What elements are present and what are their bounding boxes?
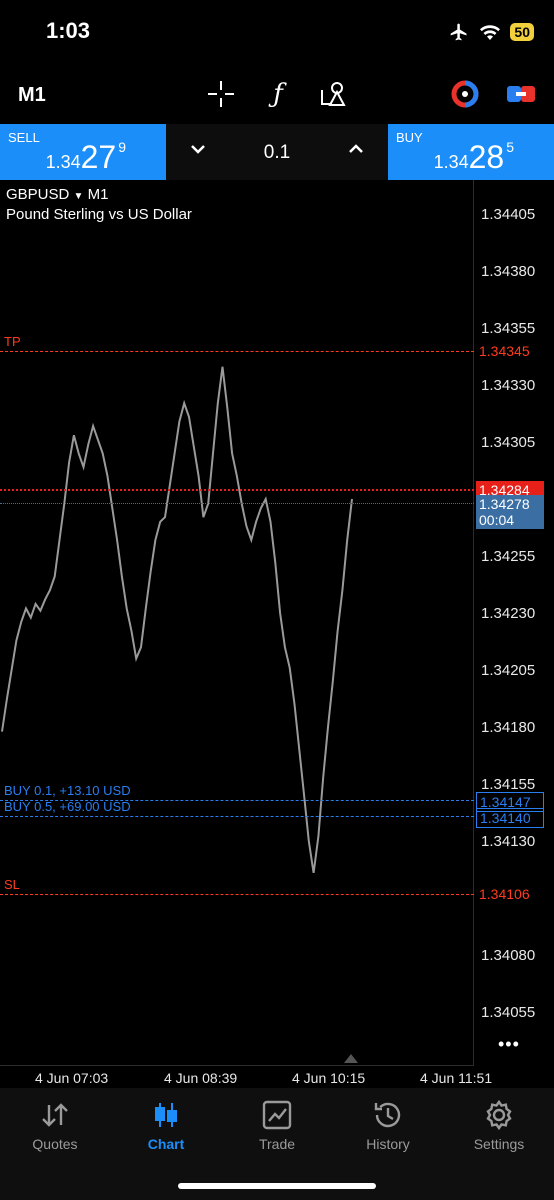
sell-label: SELL [8,130,40,145]
price-axis-label: 1.34305 [481,434,536,451]
buy-button[interactable]: BUY 1.3428 5 [388,124,554,180]
tp-label: TP [4,334,21,349]
status-time: 1:03 [46,18,91,43]
indicators-function-icon[interactable]: ƒ [262,78,294,110]
quotes-arrows-icon [0,1098,110,1132]
price-axis-label: 1.34055 [481,1004,536,1021]
nav-trade[interactable]: Trade [222,1098,332,1152]
position-label-1: BUY 0.1, +13.10 USD [4,783,131,798]
price-axis-label: 1.34205 [481,662,536,679]
candlestick-chart-icon [111,1098,221,1132]
price-axis-label: 1.34405 [481,206,536,223]
price-axis-label: 1.34130 [481,833,536,850]
crosshair-icon[interactable] [205,78,237,110]
timeframe-button[interactable]: M1 [18,84,46,107]
nav-label: History [366,1136,410,1152]
bid-price-tag: 1.34278 00:04 [476,495,544,529]
price-axis-label: 1.34180 [481,719,536,736]
ask-line [0,489,474,491]
sl-price-tag: 1.34106 [479,886,530,902]
nav-chart[interactable]: Chart [111,1098,221,1152]
price-axis-label: 1.34255 [481,548,536,565]
price-axis-label: 1.34380 [481,263,536,280]
status-icons: 50 [448,22,534,42]
sell-price: 1.3427 9 [45,139,126,175]
nav-settings[interactable]: Settings [444,1098,554,1152]
bar-countdown: 00:04 [479,512,515,528]
price-axis-label: 1.34355 [481,320,536,337]
trade-chart-icon [222,1098,332,1132]
volume-up-button[interactable] [348,142,364,160]
price-axis-label: 1.34080 [481,947,536,964]
nav-quotes[interactable]: Quotes [0,1098,110,1152]
tp-line[interactable] [0,351,474,352]
objects-shapes-icon[interactable] [317,78,349,110]
home-indicator [178,1183,376,1189]
sell-button[interactable]: SELL 1.3427 9 [0,124,166,180]
tp-price-tag: 1.34345 [479,343,530,359]
position-label-2: BUY 0.5, +69.00 USD [4,799,131,814]
time-axis-label: 4 Jun 11:51 [420,1070,493,1086]
nav-label: Trade [258,1136,296,1152]
airplane-icon [451,23,467,41]
chevron-up-icon [349,144,363,153]
trade-toggle-icon[interactable] [505,78,537,110]
history-clock-icon [333,1098,443,1132]
sl-label: SL [4,877,20,892]
bid-line [0,503,474,504]
one-click-trading-icon[interactable] [449,78,481,110]
battery-icon: 50 [510,23,534,41]
price-axis-label: 1.34330 [481,377,536,394]
time-axis-label: 4 Jun 10:15 [292,1070,366,1086]
more-options-button[interactable]: ••• [498,1034,520,1055]
time-axis-label: 4 Jun 07:03 [35,1070,109,1086]
sl-line[interactable] [0,894,474,895]
position-price-tag-2: 1.34140 [476,808,544,828]
buy-price: 1.3428 5 [433,139,514,175]
buy-label: BUY [396,130,423,145]
position-line-2[interactable] [0,816,474,817]
price-axis-label: 1.34155 [481,776,536,793]
nav-label: Quotes [32,1136,78,1152]
time-axis-label: 4 Jun 08:39 [164,1070,238,1086]
price-axis-label: 1.34230 [481,605,536,622]
bid-price: 1.34278 [479,496,530,512]
price-line-chart [1,366,353,874]
nav-label: Chart [147,1136,185,1152]
scroll-to-end-icon[interactable] [344,1054,358,1063]
nav-history[interactable]: History [333,1098,443,1152]
wifi-icon [480,25,501,40]
volume-panel: 0.1 [166,124,388,180]
settings-gear-icon [444,1098,554,1132]
nav-label: Settings [473,1136,525,1152]
